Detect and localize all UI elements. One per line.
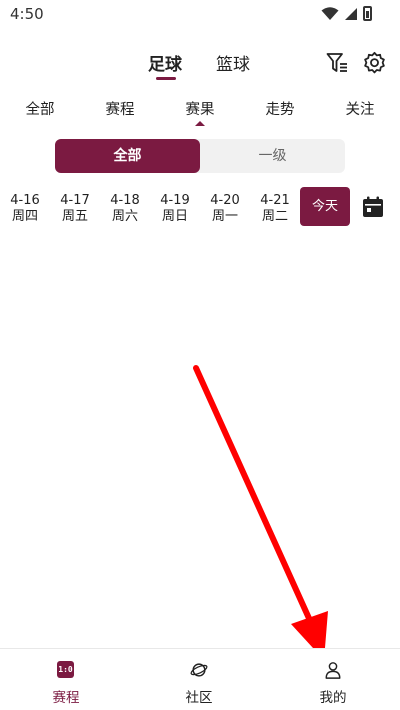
subtab-results[interactable]: 赛果	[186, 98, 215, 119]
subtab-schedule[interactable]: 赛程	[106, 98, 135, 119]
date-label: 4-21	[260, 193, 290, 208]
subtab-trend[interactable]: 走势	[266, 98, 295, 119]
person-icon	[325, 662, 341, 679]
bottom-nav: 1:0 赛程 社区 我的	[0, 648, 400, 710]
nav-profile[interactable]: 我的	[293, 649, 373, 710]
nav-label: 社区	[185, 690, 213, 706]
subtab-indicator	[195, 121, 205, 126]
filter-icon[interactable]	[326, 52, 348, 74]
nav-schedule[interactable]: 1:0 赛程	[26, 649, 106, 710]
date-item[interactable]: 4-19 周日	[152, 193, 198, 225]
status-time: 4:50	[10, 5, 44, 23]
planet-icon	[190, 663, 208, 677]
date-item[interactable]: 4-17 周五	[52, 193, 98, 225]
segment-all[interactable]: 全部	[55, 139, 200, 173]
date-label: 4-20	[210, 193, 240, 208]
weekday-label: 周六	[111, 209, 138, 224]
signal-icon	[345, 7, 357, 20]
weekday-label: 周日	[161, 209, 188, 224]
active-tab-indicator	[156, 77, 176, 80]
nav-community[interactable]: 社区	[159, 649, 239, 710]
battery-icon	[363, 6, 372, 21]
date-label: 4-18	[110, 193, 140, 208]
date-label: 4-19	[160, 193, 190, 208]
date-label: 4-17	[60, 193, 90, 208]
level-segmented-control: 全部 一级	[55, 139, 345, 173]
weekday-label: 周四	[11, 209, 38, 224]
status-icons	[321, 6, 372, 21]
tab-football[interactable]: 足球	[148, 50, 182, 75]
date-item[interactable]: 4-21 周二	[252, 193, 298, 225]
date-item[interactable]: 4-16 周四	[2, 193, 48, 225]
gear-icon[interactable]	[362, 51, 387, 76]
segment-level-one[interactable]: 一级	[200, 139, 345, 173]
date-item[interactable]: 4-18 周六	[102, 193, 148, 225]
nav-label: 赛程	[52, 690, 80, 706]
subtab-follow[interactable]: 关注	[346, 98, 375, 119]
date-item[interactable]: 4-20 周一	[202, 193, 248, 225]
weekday-label: 周二	[261, 209, 288, 224]
weekday-label: 周一	[211, 209, 238, 224]
calendar-icon[interactable]	[362, 196, 384, 218]
subtab-all[interactable]: 全部	[26, 98, 55, 119]
status-bar: 4:50	[0, 0, 400, 30]
wifi-icon	[321, 6, 339, 20]
today-button[interactable]: 今天	[300, 187, 350, 226]
date-label: 4-16	[10, 193, 40, 208]
nav-label: 我的	[319, 690, 347, 706]
score-badge-icon: 1:0	[57, 661, 74, 678]
weekday-label: 周五	[61, 209, 88, 224]
tab-basketball[interactable]: 篮球	[216, 50, 250, 75]
